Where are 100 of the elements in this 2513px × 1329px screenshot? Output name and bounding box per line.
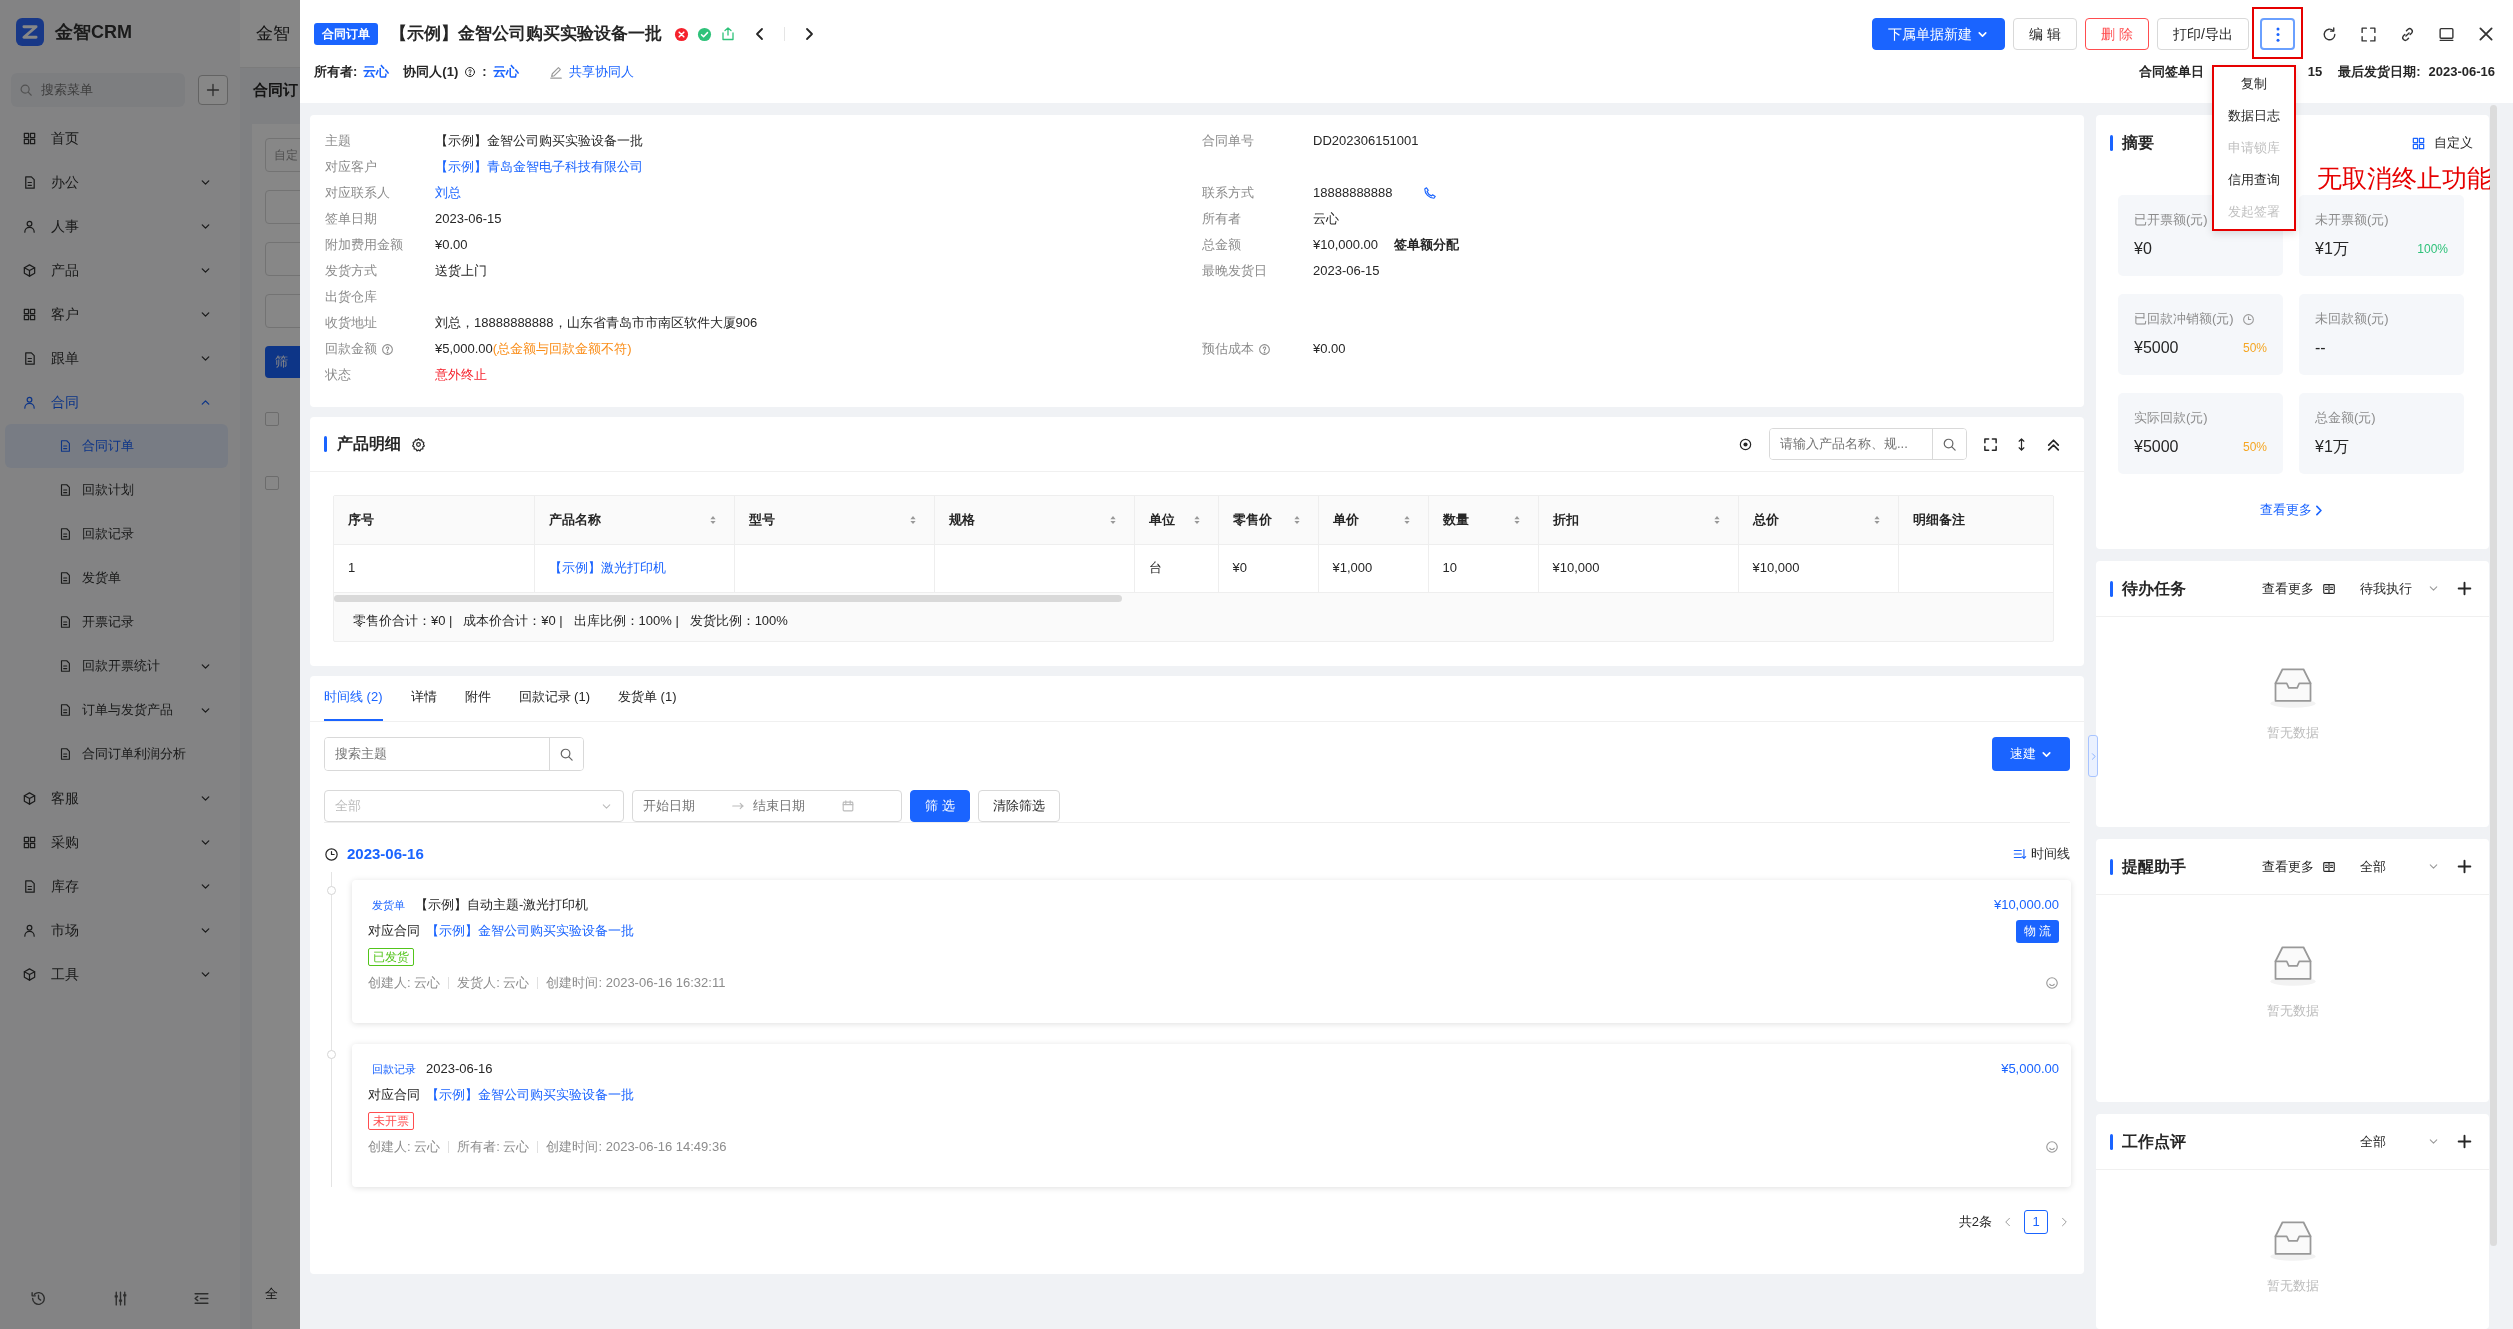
menu-item[interactable]: 产品 [0,248,240,292]
view-more-link[interactable]: 查看更多 [2260,500,2325,520]
menu-option[interactable]: 复制 [2214,68,2294,100]
view-toggle[interactable]: 时间线 [2013,844,2070,864]
menu-item[interactable]: 合同 [0,380,240,424]
column-header[interactable]: 型号 [734,496,934,544]
search-field[interactable]: 搜索主题 [324,737,584,771]
collapse-handle[interactable] [2088,735,2098,777]
menu-item[interactable]: 跟单 [0,336,240,380]
filter-dropdown[interactable]: 全部 [2360,856,2440,877]
tab[interactable]: 发货单 (1) [618,675,677,721]
submenu-item[interactable]: 合同订单 [5,424,228,468]
stat-percent: 50% [2242,340,2267,357]
plus-icon[interactable] [2456,1133,2473,1150]
close-icon[interactable] [2477,25,2495,43]
history-icon[interactable] [30,1289,47,1307]
tab[interactable]: 详情 [410,675,437,721]
clear-button[interactable]: 清除筛选 [977,790,1060,822]
filter-dropdown[interactable]: 待我执行 [2360,578,2440,599]
submenu-item[interactable]: 发货单 [5,556,228,600]
plus-icon[interactable] [2456,580,2473,597]
column-header[interactable]: 折扣 [1538,496,1738,544]
ship-date-label: 最后发货日期: [2338,64,2421,80]
settings-icon[interactable] [411,436,426,452]
search-button[interactable] [549,738,583,770]
logistics-button[interactable]: 物 流 [2015,919,2059,943]
page-button[interactable]: 1 [2024,1210,2048,1234]
fullscreen-icon[interactable] [2360,25,2377,43]
tab[interactable]: 附件 [464,675,491,721]
allocation-link[interactable]: 签单额分配 [1394,235,1460,255]
submenu-item[interactable]: 回款计划 [5,468,228,512]
delete-button[interactable]: 删 除 [2085,18,2150,50]
checkbox[interactable] [265,412,279,426]
submenu-item[interactable]: 订单与发货产品 [5,688,228,732]
column-header[interactable]: 规格 [934,496,1134,544]
search-field[interactable]: 请输入产品名称、规... [1769,428,1967,460]
empty-text: 暂无数据 [2266,1277,2319,1295]
add-button[interactable] [198,75,228,105]
column-header[interactable]: 数量 [1428,496,1538,544]
stat-label: 实际回款(元) [2134,409,2208,428]
tab[interactable]: 回款记录 (1) [518,675,590,721]
menu-item[interactable]: 人事 [0,204,240,248]
filter-button[interactable]: 筛 选 [910,790,970,822]
column-header[interactable]: 零售价 [1218,496,1318,544]
column-header[interactable]: 单位 [1134,496,1218,544]
submenu-item[interactable]: 开票记录 [5,600,228,644]
menu-item[interactable]: 工具 [0,952,240,996]
search-button[interactable] [1932,429,1966,459]
submenu-item[interactable]: 合同订单利润分析 [5,732,228,776]
view-more-link[interactable]: 查看更多 [2262,578,2336,599]
share-link[interactable]: 共享协同人 [568,64,634,80]
book-icon [2322,859,2336,874]
target-icon[interactable] [1738,436,1753,452]
checkbox[interactable] [265,476,279,490]
more-button[interactable] [2260,18,2295,50]
record-link[interactable]: 【示例】青岛金智电子科技有限公司 [435,157,643,177]
comment-icon[interactable] [2045,976,2059,990]
search-input[interactable]: 搜索菜单 [39,79,169,101]
refresh-icon[interactable] [2321,25,2338,43]
view-more-link[interactable]: 查看更多 [2262,856,2336,877]
menu-item[interactable]: 客服 [0,776,240,820]
customize-link[interactable]: 自定义 [2411,133,2473,153]
submenu-item[interactable]: 回款开票统计 [5,644,228,688]
tab[interactable]: 时间线 (2) [324,675,383,721]
fullscreen-icon[interactable] [1983,436,1998,452]
menu-item[interactable]: 库存 [0,864,240,908]
comment-icon[interactable] [2045,1140,2059,1154]
contract-link[interactable]: 【示例】金智公司购买实验设备一批 [426,1085,634,1105]
toolbar-button[interactable]: 打印/导出 [2157,18,2249,50]
filter-dropdown[interactable]: 全部 [2360,1131,2440,1152]
record-link[interactable]: 刘总 [435,183,461,203]
timeline-dot [327,1050,336,1059]
plus-icon[interactable] [2456,858,2473,875]
menu-item[interactable]: 采购 [0,820,240,864]
link-icon[interactable] [2399,25,2416,43]
status-tag: 未开票 [368,1112,414,1130]
menu-option[interactable]: 信用查询 [2214,164,2294,196]
column-header[interactable]: 总价 [1738,496,1898,544]
document-icon [22,878,37,894]
collaborator-name: 云心 [492,64,519,80]
monitor-icon[interactable] [2438,25,2455,43]
column-header[interactable]: 产品名称 [534,496,734,544]
submenu-item[interactable]: 回款记录 [5,512,228,556]
menu-item[interactable]: 首页 [0,116,240,160]
menu-item[interactable]: 客户 [0,292,240,336]
stat-label: 未回款额(元) [2315,310,2389,329]
contract-link[interactable]: 【示例】金智公司购买实验设备一批 [426,921,634,941]
new-document-button[interactable]: 下属单据新建 [1872,18,2006,50]
cube-icon [22,966,37,982]
menu-option[interactable]: 数据日志 [2214,100,2294,132]
toolbar-button[interactable]: 编 辑 [2013,18,2078,50]
product-link[interactable]: 【示例】激光打印机 [548,560,666,576]
menu-item[interactable]: 市场 [0,908,240,952]
date-range-field[interactable]: 开始日期 结束日期 [632,790,902,822]
column-header[interactable]: 单价 [1318,496,1428,544]
help-icon [464,66,477,78]
menu-item[interactable]: 办公 [0,160,240,204]
search-field[interactable]: 搜索菜单 [11,73,185,107]
phone-icon[interactable] [1422,186,1437,200]
quick-create-button[interactable]: 速建 [1992,737,2070,771]
